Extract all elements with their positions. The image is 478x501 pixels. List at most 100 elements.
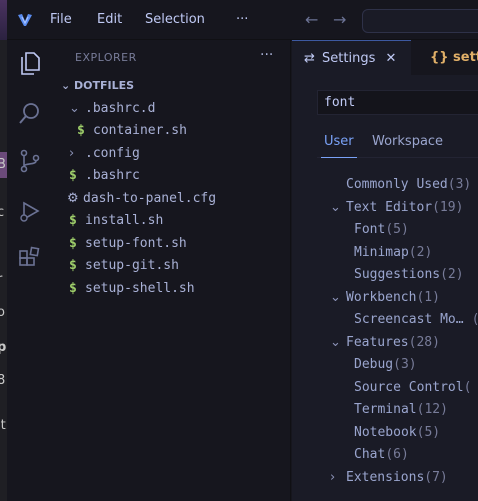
background-window-titlebar [0,0,7,40]
toc-item-count: (7) [424,470,448,485]
peek-char: B [0,157,6,172]
menu-edit[interactable]: Edit [97,12,122,27]
tree-item-file[interactable]: $ .bashrc [69,165,140,187]
toc-item[interactable]: Chat(6) [354,444,409,466]
peek-char: it [0,418,6,433]
toc-item-count: (3) [447,177,472,192]
menu-more[interactable]: ··· [236,12,248,27]
explorer-more-button[interactable]: ··· [260,47,273,63]
extensions-icon[interactable] [17,246,43,272]
title-bar: File Edit Selection ··· ← → [7,0,478,40]
workspace-root[interactable]: ⌄ DOTFILES [61,79,134,92]
chevron-down-icon: ⌄ [69,101,80,116]
tree-item-file[interactable]: $ install.sh [69,210,163,232]
tree-item-label: setup-font.sh [85,236,187,251]
toc-item[interactable]: Minimap(2) [354,242,432,264]
back-arrow-icon[interactable]: ← [305,10,318,29]
toc-item-label: Minimap [354,245,409,260]
toc-item[interactable]: ⌄ Text Editor(19) [330,197,463,219]
toc-item[interactable]: Font(5) [354,219,409,241]
settings-sliders-icon: ⇄ [304,51,315,66]
toc-item-count: (3) [393,357,417,372]
toc-item-label: Extensions [346,470,425,485]
tree-item-label: .bashrc.d [85,101,156,116]
run-debug-icon[interactable] [17,198,43,224]
forward-arrow-icon[interactable]: → [333,10,346,29]
toc-item[interactable]: Source Control( [354,377,471,399]
tree-item-label: setup-shell.sh [85,281,195,296]
chevron-right-icon: › [69,146,75,161]
toc-item[interactable]: Debug(3) [354,354,417,376]
tree-item-label: .config [85,146,140,161]
toc-item-label: Text Editor [346,200,433,215]
vscodium-logo-icon[interactable] [16,11,34,29]
toc-item[interactable]: Commonly Used(3) [346,174,471,196]
workspace-root-label: DOTFILES [74,79,135,92]
settings-search-input[interactable]: font [317,90,478,115]
toc-item-count: ( [472,312,478,327]
toc-item-label: Suggestions [354,267,441,282]
toc-item[interactable]: › Extensions(7) [330,467,448,489]
tab-settings-json-label: {} sett [430,50,478,65]
shell-file-icon: $ [69,213,77,228]
active-scope-indicator [321,157,357,158]
tree-item-label: dash-to-panel.cfg [83,191,217,206]
toc-item-label: Terminal [354,402,417,417]
explorer-title: EXPLORER [75,51,137,64]
toc-item[interactable]: Terminal(12) [354,399,448,421]
tree-item-folder[interactable]: › .config [69,143,140,165]
tab-settings[interactable]: ⇄ Settings ✕ [292,40,411,75]
tree-item-file[interactable]: $ setup-font.sh [69,233,187,255]
background-window-edge: B c r o p 8 it [0,0,7,501]
chevron-right-icon: › [330,470,336,485]
toc-item-count: (5) [416,425,441,440]
toc-item-label: Workbench [346,290,417,305]
menu-selection[interactable]: Selection [145,12,205,27]
tree-item-file[interactable]: $ setup-git.sh [69,255,179,277]
peek-char: r [0,272,2,287]
activity-bar [7,40,53,501]
toc-item-label: Features [346,335,409,350]
toc-item[interactable]: Notebook(5) [354,422,440,444]
toc-item-count: (2) [440,267,464,282]
command-center[interactable] [362,9,478,33]
toc-item-label: Chat [354,447,386,462]
toc-item[interactable]: Suggestions(2) [354,264,464,286]
peek-char: 8 [0,373,6,388]
chevron-down-icon: ⌄ [61,79,75,92]
toc-item[interactable]: Screencast Mo… ( [354,309,478,331]
search-icon[interactable] [17,100,43,126]
shell-file-icon: $ [69,168,77,183]
tree-item-file[interactable]: ⚙ dash-to-panel.cfg [67,188,216,210]
tree-item-label: .bashrc [85,168,140,183]
tab-user[interactable]: User [324,134,354,149]
tree-item-label: setup-git.sh [85,258,179,273]
peek-char: c [0,205,5,220]
toc-item-count: (12) [416,402,448,417]
toc-item-label: Commonly Used [346,177,448,192]
tab-settings-json[interactable]: {} sett [412,40,478,75]
tree-item-folder[interactable]: ⌄ .bashrc.d [69,98,155,120]
close-icon[interactable]: ✕ [386,51,397,66]
tree-item-label: install.sh [85,213,164,228]
tab-workspace[interactable]: Workspace [372,134,443,149]
explorer-files-icon[interactable] [17,50,43,76]
shell-file-icon: $ [69,281,77,296]
editor-tabs: ⇄ Settings ✕ {} sett [292,40,478,75]
menu-file[interactable]: File [50,12,72,27]
tab-settings-label: Settings [322,51,376,66]
tree-item-file[interactable]: $ setup-shell.sh [69,278,195,300]
explorer-panel: EXPLORER ··· ⌄ DOTFILES ⌄ .bashrc.d $ cont… [53,40,291,501]
source-control-icon[interactable] [17,148,43,174]
toc-item[interactable]: ⌄ Features(28) [330,332,440,354]
toc-item-count: (19) [432,200,464,215]
toc-item-count: ( [463,380,472,395]
tree-item-file[interactable]: $ container.sh [77,120,187,142]
peek-char: p [0,340,7,355]
toc-item-label: Debug [354,357,394,372]
shell-file-icon: $ [69,236,77,251]
toc-item-label: Notebook [354,425,417,440]
chevron-down-icon: ⌄ [330,200,341,215]
toc-item[interactable]: ⌄ Workbench(1) [330,287,440,309]
toc-item-count: (1) [416,290,440,305]
